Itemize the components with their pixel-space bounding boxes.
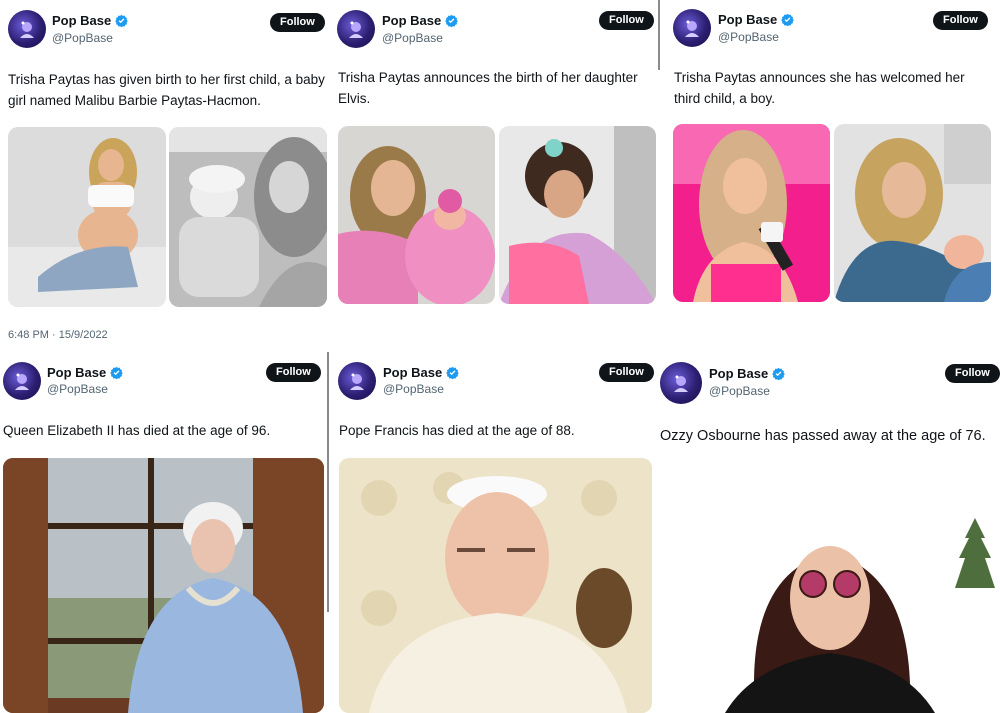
display-name-row[interactable]: Pop Base: [383, 365, 459, 380]
avatar[interactable]: [660, 362, 702, 404]
handle[interactable]: @PopBase: [709, 384, 770, 398]
handle[interactable]: @PopBase: [718, 30, 779, 44]
verified-badge-icon: [772, 367, 785, 380]
display-name: Pop Base: [383, 365, 443, 380]
tweet-text: Queen Elizabeth II has died at the age o…: [3, 423, 271, 438]
display-name-row[interactable]: Pop Base: [52, 13, 128, 28]
verified-badge-icon: [446, 366, 459, 379]
pop-base-logo-icon: [343, 16, 369, 42]
tweet-text: Trisha Paytas has given birth to her fir…: [8, 72, 325, 108]
handle[interactable]: @PopBase: [52, 31, 113, 45]
tweet-photo[interactable]: [338, 126, 495, 304]
column-divider: [327, 352, 329, 612]
tweet-card: Pop Base @PopBase Follow Trisha Paytas a…: [660, 0, 1000, 350]
display-name-row[interactable]: Pop Base: [382, 13, 458, 28]
follow-button[interactable]: Follow: [945, 364, 1000, 383]
pop-base-logo-icon: [668, 370, 694, 396]
tweet-photo[interactable]: [499, 126, 656, 304]
display-name: Pop Base: [709, 366, 769, 381]
display-name: Pop Base: [52, 13, 112, 28]
follow-button[interactable]: Follow: [933, 11, 988, 30]
verified-badge-icon: [110, 366, 123, 379]
follow-button[interactable]: Follow: [270, 13, 325, 32]
avatar[interactable]: [3, 362, 41, 400]
tweet-text: Pope Francis has died at the age of 88.: [339, 423, 575, 438]
verified-badge-icon: [781, 13, 794, 26]
tweet-photo[interactable]: [655, 478, 1000, 713]
tweet-card: Pop Base @PopBase Follow Trisha Paytas a…: [333, 0, 658, 350]
handle[interactable]: @PopBase: [382, 31, 443, 45]
tweet-photo[interactable]: [8, 127, 166, 307]
tweet-timestamp[interactable]: 6:48 PM · 15/9/2022: [8, 329, 108, 341]
avatar[interactable]: [8, 10, 46, 48]
tweet-photo[interactable]: [169, 127, 327, 307]
tweet-photo[interactable]: [339, 458, 652, 713]
display-name: Pop Base: [718, 12, 778, 27]
handle[interactable]: @PopBase: [47, 382, 108, 396]
display-name-row[interactable]: Pop Base: [718, 12, 794, 27]
pop-base-logo-icon: [14, 16, 40, 42]
tweet-photo[interactable]: [3, 458, 324, 713]
avatar[interactable]: [673, 9, 711, 47]
verified-badge-icon: [445, 14, 458, 27]
follow-button[interactable]: Follow: [266, 363, 321, 382]
verified-badge-icon: [115, 14, 128, 27]
pop-base-logo-icon: [679, 15, 705, 41]
display-name: Pop Base: [47, 365, 107, 380]
tweet-card: Pop Base @PopBase Follow Ozzy Osbourne h…: [655, 352, 1000, 713]
display-name-row[interactable]: Pop Base: [47, 365, 123, 380]
display-name: Pop Base: [382, 13, 442, 28]
tweet-photo[interactable]: [834, 124, 991, 302]
display-name-row[interactable]: Pop Base: [709, 366, 785, 381]
tweet-card: Pop Base @PopBase Follow Pope Francis ha…: [330, 352, 655, 713]
tweet-card: Pop Base @PopBase Follow Queen Elizabeth…: [0, 352, 326, 713]
tweet-card: Pop Base @PopBase Follow Trisha Paytas h…: [0, 0, 333, 350]
tweet-photo[interactable]: [673, 124, 830, 302]
avatar[interactable]: [337, 10, 375, 48]
tweet-text: Trisha Paytas announces she has welcomed…: [674, 70, 965, 106]
tweet-text: Trisha Paytas announces the birth of her…: [338, 70, 638, 106]
follow-button[interactable]: Follow: [599, 363, 654, 382]
avatar[interactable]: [338, 362, 376, 400]
handle[interactable]: @PopBase: [383, 382, 444, 396]
tweet-text: Ozzy Osbourne has passed away at the age…: [660, 428, 986, 444]
pop-base-logo-icon: [344, 368, 370, 394]
column-divider: [658, 0, 660, 70]
follow-button[interactable]: Follow: [599, 11, 654, 30]
pop-base-logo-icon: [9, 368, 35, 394]
